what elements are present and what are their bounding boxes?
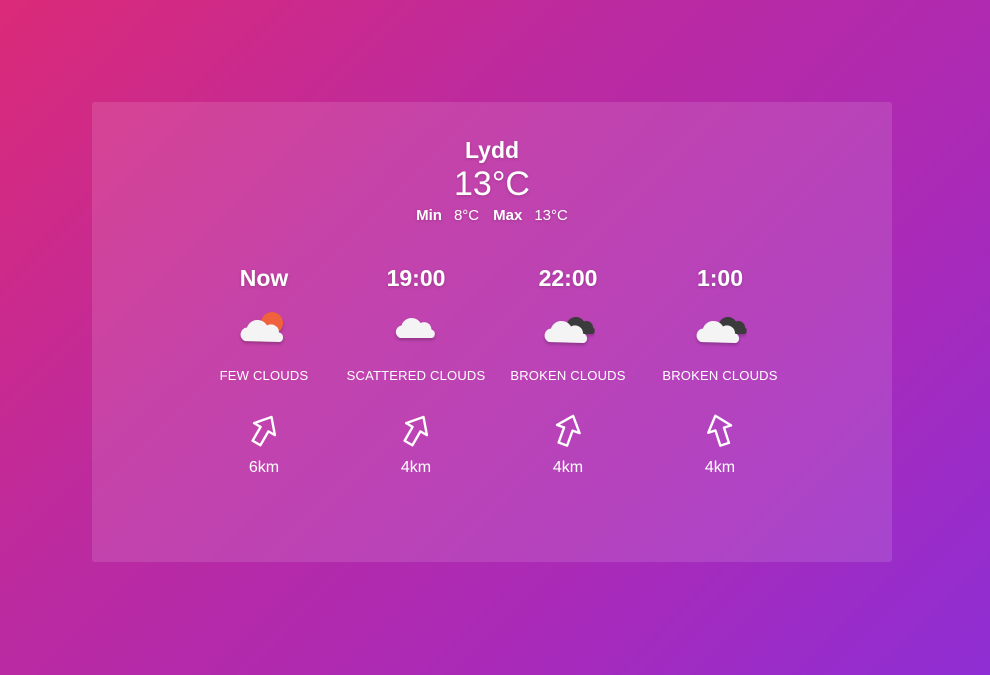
max-label: Max	[493, 207, 523, 224]
weather-card: Lydd 13°C Min 8°C Max 13°C Now FEW CLOUDS	[92, 102, 892, 562]
forecast-time: 22:00	[538, 265, 598, 291]
wind-direction-arrow-icon	[555, 414, 581, 447]
broken-clouds-icon	[696, 316, 747, 343]
app-background: { "location": { "city": "Lydd", "current…	[0, 0, 990, 675]
wind-speed: 4km	[400, 459, 432, 476]
forecast-row: Now FEW CLOUDS 6km 19:00 SCATTERED CLOUD…	[92, 262, 892, 522]
broken-clouds-icon	[544, 316, 595, 343]
wind-speed: 4km	[552, 459, 584, 476]
max-value: 13°C	[534, 207, 568, 224]
min-label: Min	[416, 207, 442, 224]
forecast-description: FEW CLOUDS	[219, 368, 309, 383]
forecast-item: 1:00 BROKEN CLOUDS 4km	[644, 262, 796, 478]
forecast-item: 22:00 BROKEN CLOUDS 4km	[492, 262, 644, 478]
city-name: Lydd	[464, 137, 520, 163]
wind-direction-arrow-icon	[251, 415, 277, 447]
forecast-description: BROKEN CLOUDS	[510, 368, 626, 383]
current-temperature: 13°C	[454, 165, 530, 203]
forecast-time: Now	[239, 265, 289, 291]
wind-direction-arrow-icon	[707, 414, 733, 447]
min-value: 8°C	[453, 207, 480, 224]
forecast-description: BROKEN CLOUDS	[662, 368, 778, 383]
forecast-time: 1:00	[696, 265, 744, 291]
wind-speed: 6km	[248, 459, 280, 476]
current-weather-header: Lydd 13°C Min 8°C Max 13°C	[92, 136, 892, 226]
forecast-item: 19:00 SCATTERED CLOUDS 4km	[340, 262, 492, 478]
forecast-description: SCATTERED CLOUDS	[346, 368, 486, 383]
wind-speed: 4km	[704, 459, 736, 476]
forecast-item: Now FEW CLOUDS 6km	[188, 262, 340, 478]
wind-direction-arrow-icon	[403, 415, 429, 447]
few-clouds-icon	[240, 312, 284, 342]
scattered-clouds-icon	[395, 318, 435, 338]
forecast-time: 19:00	[386, 265, 446, 291]
min-max-temperature: Min 8°C Max 13°C	[92, 206, 892, 226]
